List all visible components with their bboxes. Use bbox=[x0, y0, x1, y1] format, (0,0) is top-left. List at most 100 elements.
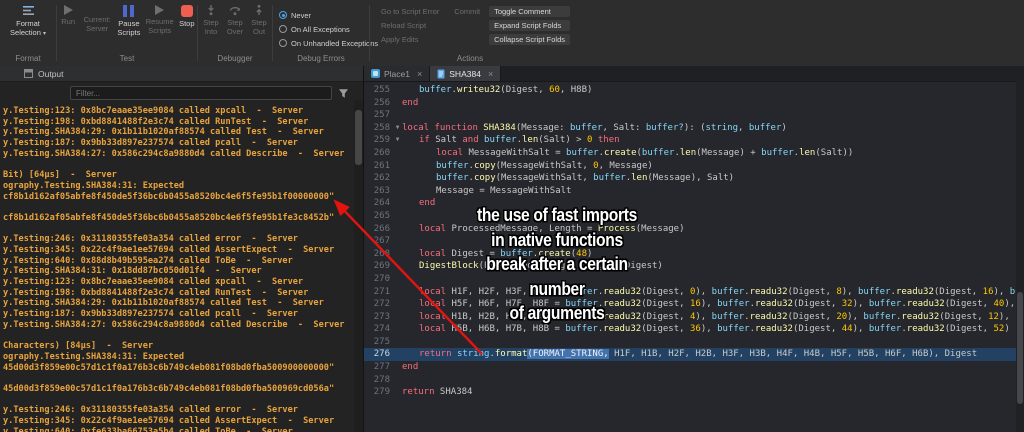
roblox-studio-window: Format Selection ▾ Format Run Current:Se… bbox=[0, 0, 1024, 432]
tab-place1[interactable]: Place1 × bbox=[364, 66, 430, 81]
commit-button[interactable]: Commit bbox=[449, 6, 485, 17]
run-button[interactable]: Run bbox=[57, 4, 79, 54]
format-lines-icon bbox=[22, 4, 35, 17]
code-line[interactable]: 268local Digest = buffer.create(48) bbox=[364, 248, 1024, 261]
run-mode-dropdown[interactable]: Current:Server bbox=[81, 4, 113, 54]
editor-scrollbar[interactable] bbox=[1016, 81, 1024, 432]
stop-button[interactable]: Stop bbox=[177, 4, 197, 54]
line-number[interactable]: 277 bbox=[364, 361, 393, 374]
code-editor[interactable]: 255buffer.writeu32(Digest, 60, H8B)256en… bbox=[364, 82, 1024, 432]
editor-scrollbar-thumb[interactable] bbox=[1017, 292, 1023, 404]
line-number[interactable]: 261 bbox=[364, 160, 393, 173]
line-number[interactable]: 270 bbox=[364, 273, 393, 286]
tab-sha384[interactable]: SHA384 × bbox=[430, 66, 501, 81]
debug-errors-option-unhandled-exceptions[interactable]: On Unhandled Exceptions bbox=[279, 37, 378, 50]
code-line[interactable]: 261buffer.copy(MessageWithSalt, 0, Messa… bbox=[364, 160, 1024, 173]
line-number[interactable]: 271 bbox=[364, 286, 393, 299]
step-into-button[interactable]: StepInto bbox=[199, 4, 223, 54]
radio-icon bbox=[279, 25, 287, 33]
close-tab-icon[interactable]: × bbox=[488, 69, 493, 79]
resume-play-icon bbox=[155, 5, 164, 15]
line-number[interactable]: 269 bbox=[364, 260, 393, 273]
fold-spacer bbox=[393, 348, 402, 361]
log-line: 45d00d3f859e00c57d1c1f0a176b3c6b749c4eb0… bbox=[3, 384, 353, 395]
output-scrollbar-thumb[interactable] bbox=[355, 110, 362, 165]
format-selection-button[interactable]: Format Selection ▾ bbox=[2, 4, 54, 54]
log-line: y.Testing:246: 0x31180355fe03a354 called… bbox=[3, 234, 353, 245]
line-number[interactable]: 272 bbox=[364, 298, 393, 311]
line-number[interactable]: 258 bbox=[364, 122, 393, 135]
line-number[interactable]: 255 bbox=[364, 84, 393, 97]
code-line[interactable]: 266local ProcessedMessage, Length = Proc… bbox=[364, 223, 1024, 236]
code-line[interactable]: 271local H1F, H2F, H3F, H4F = buffer.rea… bbox=[364, 286, 1024, 299]
line-number[interactable]: 268 bbox=[364, 248, 393, 261]
code-line[interactable]: 263Message = MessageWithSalt bbox=[364, 185, 1024, 198]
code-line[interactable]: 256end bbox=[364, 97, 1024, 110]
code-line[interactable]: 275 bbox=[364, 336, 1024, 349]
line-number[interactable]: 278 bbox=[364, 374, 393, 387]
line-number[interactable]: 274 bbox=[364, 323, 393, 336]
filter-funnel-icon[interactable] bbox=[338, 88, 349, 99]
line-number[interactable]: 256 bbox=[364, 97, 393, 110]
code-line[interactable]: 278 bbox=[364, 374, 1024, 387]
line-number[interactable]: 264 bbox=[364, 197, 393, 210]
code-line[interactable]: 276return string.format(FORMAT_STRING, H… bbox=[364, 348, 1024, 361]
line-number[interactable]: 263 bbox=[364, 185, 393, 198]
code-line[interactable]: 257 bbox=[364, 109, 1024, 122]
line-number[interactable]: 279 bbox=[364, 386, 393, 399]
resume-scripts-button[interactable]: ResumeScripts bbox=[145, 4, 175, 54]
pause-scripts-button[interactable]: PauseScripts bbox=[115, 4, 143, 54]
log-line bbox=[3, 202, 353, 213]
line-number[interactable]: 276 bbox=[364, 348, 393, 361]
code-line[interactable]: 264end bbox=[364, 197, 1024, 210]
line-number[interactable]: 266 bbox=[364, 223, 393, 236]
code-line[interactable]: 262buffer.copy(MessageWithSalt, buffer.l… bbox=[364, 172, 1024, 185]
code-line[interactable]: 260local MessageWithSalt = buffer.create… bbox=[364, 147, 1024, 160]
code-line[interactable]: 274local H5B, H6B, H7B, H8B = buffer.rea… bbox=[364, 323, 1024, 336]
fold-spacer bbox=[393, 374, 402, 387]
code-line[interactable]: 270 bbox=[364, 273, 1024, 286]
code-line[interactable]: 273local H1B, H2B, H3B, H4B = buffer.rea… bbox=[364, 311, 1024, 324]
output-header[interactable]: Output bbox=[0, 66, 363, 82]
line-number[interactable]: 265 bbox=[364, 210, 393, 223]
code-line[interactable]: 267 bbox=[364, 235, 1024, 248]
toggle-comment-button[interactable]: Toggle Comment bbox=[489, 6, 570, 17]
go-to-script-error-button[interactable]: Go to Script Error bbox=[376, 6, 445, 17]
collapse-script-folds-button[interactable]: Collapse Script Folds bbox=[489, 34, 570, 45]
editor-tabbar: Place1 × SHA384 × bbox=[364, 66, 1024, 82]
code-line[interactable]: 277end bbox=[364, 361, 1024, 374]
line-number[interactable]: 267 bbox=[364, 235, 393, 248]
step-out-button[interactable]: StepOut bbox=[247, 4, 271, 54]
line-number[interactable]: 262 bbox=[364, 172, 393, 185]
debug-errors-option-never[interactable]: Never bbox=[279, 9, 311, 22]
code-line[interactable]: 255buffer.writeu32(Digest, 60, H8B) bbox=[364, 84, 1024, 97]
line-number[interactable]: 275 bbox=[364, 336, 393, 349]
output-scrollbar[interactable] bbox=[354, 100, 363, 432]
code-line[interactable]: 259▼if Salt and buffer.len(Salt) > 0 the… bbox=[364, 134, 1024, 147]
line-number[interactable]: 257 bbox=[364, 109, 393, 122]
line-number[interactable]: 260 bbox=[364, 147, 393, 160]
code-line[interactable]: 279return SHA384 bbox=[364, 386, 1024, 399]
code-line[interactable]: 265 bbox=[364, 210, 1024, 223]
code-line[interactable]: 269DigestBlock(ProcessedMessage, Length,… bbox=[364, 260, 1024, 273]
expand-script-folds-button[interactable]: Expand Script Folds bbox=[489, 20, 570, 31]
output-title: Output bbox=[38, 69, 64, 79]
fold-spacer bbox=[393, 248, 402, 261]
code-line[interactable]: 272local H5F, H6F, H7F, H8F = buffer.rea… bbox=[364, 298, 1024, 311]
fold-arrow-icon[interactable]: ▼ bbox=[393, 122, 402, 135]
output-log: y.Testing:123: 0x8bc7eaae35ee9084 called… bbox=[0, 104, 363, 432]
apply-edits-button[interactable]: Apply Edits bbox=[376, 34, 445, 45]
reload-script-button[interactable]: Reload Script bbox=[376, 20, 445, 31]
step-over-icon bbox=[229, 4, 241, 16]
close-tab-icon[interactable]: × bbox=[417, 69, 422, 79]
step-over-button[interactable]: StepOver bbox=[223, 4, 247, 54]
log-line: y.Testing:123: 0x8bc7eaae35ee9084 called… bbox=[3, 277, 353, 288]
line-number[interactable]: 259 bbox=[364, 134, 393, 147]
filter-input[interactable] bbox=[70, 86, 332, 100]
log-line: y.Testing:345: 0x22c4f9ae1ee57694 called… bbox=[3, 245, 353, 256]
code-line[interactable]: 258▼local function SHA384(Message: buffe… bbox=[364, 122, 1024, 135]
log-line: y.Testing.SHA384:27: 0x586c294c8a9880d4 … bbox=[3, 149, 353, 160]
fold-arrow-icon[interactable]: ▼ bbox=[393, 134, 402, 147]
line-number[interactable]: 273 bbox=[364, 311, 393, 324]
debug-errors-option-all-exceptions[interactable]: On All Exceptions bbox=[279, 23, 350, 36]
